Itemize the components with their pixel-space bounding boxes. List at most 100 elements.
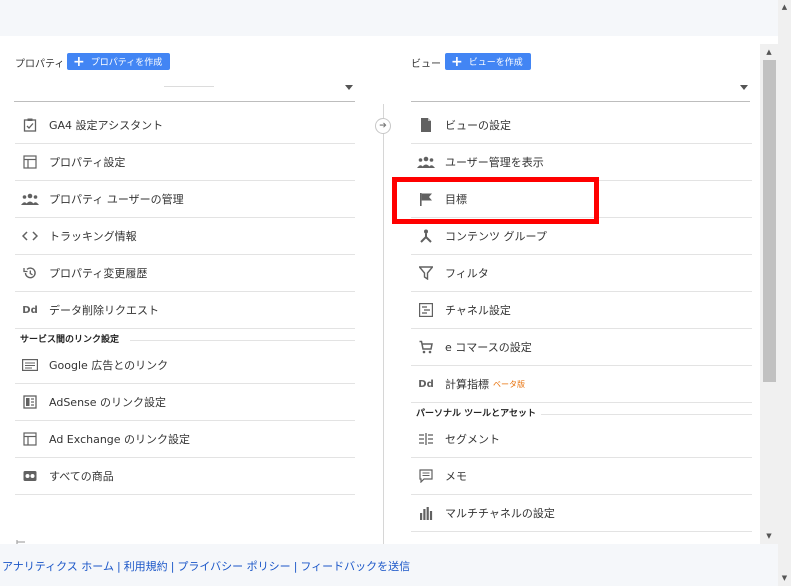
property-item-label: AdSense のリンク設定 — [49, 396, 167, 409]
view-item-label: メモ — [445, 470, 467, 483]
history-icon — [21, 264, 39, 282]
view-item-label: チャネル設定 — [445, 304, 511, 317]
view-menu: ビューの設定 ユーザー管理を表示 目標 コンテンツ グループ フィルタ チャネル… — [411, 107, 752, 532]
property-select[interactable] — [14, 76, 355, 102]
adsense-icon — [21, 393, 39, 411]
view-item-annotations[interactable]: メモ — [411, 458, 752, 495]
view-item-segments[interactable]: セグメント — [411, 421, 752, 458]
property-column-label: プロパティ — [15, 59, 65, 70]
channel-icon — [417, 301, 435, 319]
property-item-adsense-link[interactable]: AdSense のリンク設定 — [15, 384, 355, 421]
property-item-label: プロパティ変更履歴 — [49, 267, 148, 280]
footer-link-terms[interactable]: 利用規約 — [124, 560, 168, 573]
view-item-label: 計算指標 — [445, 378, 489, 391]
content-group-icon — [417, 227, 435, 245]
create-view-button[interactable]: + ビューを作成 — [445, 53, 531, 70]
property-item-tracking-info[interactable]: トラッキング情報 — [15, 218, 355, 255]
property-item-data-deletion[interactable]: Dd データ削除リクエスト — [15, 292, 355, 329]
chevron-down-icon — [345, 85, 353, 90]
dd-icon: Dd — [418, 378, 434, 390]
column-divider — [383, 104, 384, 544]
users-icon — [21, 190, 39, 208]
property-item-label: Ad Exchange のリンク設定 — [49, 433, 191, 446]
view-item-label: マルチチャネルの設定 — [445, 507, 555, 520]
checklist-icon — [21, 116, 39, 134]
view-item-multichannel-settings[interactable]: マルチチャネルの設定 — [411, 495, 752, 532]
view-item-label: セグメント — [445, 433, 500, 446]
property-item-ad-exchange-link[interactable]: Ad Exchange のリンク設定 — [15, 421, 355, 458]
property-item-all-products[interactable]: すべての商品 — [15, 458, 355, 495]
property-item-label: すべての商品 — [49, 470, 114, 483]
inner-scrollbar-thumb[interactable] — [763, 60, 776, 382]
view-item-label: フィルタ — [445, 267, 489, 280]
comment-icon — [417, 467, 435, 485]
view-item-goals[interactable]: 目標 — [411, 181, 752, 218]
view-item-filters[interactable]: フィルタ — [411, 255, 752, 292]
footer-link-feedback[interactable]: フィードバックを送信 — [300, 560, 410, 573]
property-section-header: サービス間のリンク設定 — [15, 329, 355, 347]
document-icon — [417, 116, 435, 134]
property-item-user-management[interactable]: プロパティ ユーザーの管理 — [15, 181, 355, 218]
view-item-label: e コマースの設定 — [445, 341, 532, 354]
property-item-label: トラッキング情報 — [49, 230, 137, 243]
view-item-user-management[interactable]: ユーザー管理を表示 — [411, 144, 752, 181]
view-item-label: ユーザー管理を表示 — [445, 156, 544, 169]
view-item-content-grouping[interactable]: コンテンツ グループ — [411, 218, 752, 255]
property-select-value — [164, 86, 214, 87]
property-item-label: データ削除リクエスト — [49, 304, 159, 317]
property-item-google-ads-link[interactable]: Google 広告とのリンク — [15, 347, 355, 384]
view-select[interactable] — [411, 76, 750, 102]
footer-links: アナリティクス ホーム | 利用規約 | プライバシー ポリシー | フィードバックを送信 — [2, 558, 410, 574]
all-products-icon — [21, 467, 39, 485]
code-icon — [21, 227, 39, 245]
footer-link-privacy[interactable]: プライバシー ポリシー — [177, 560, 290, 573]
arrow-right-icon: ➔ — [375, 118, 391, 134]
scroll-up-icon[interactable]: ▲ — [780, 3, 789, 12]
view-item-label: 目標 — [445, 193, 467, 206]
chevron-down-icon — [740, 85, 748, 90]
property-item-label: Google 広告とのリンク — [49, 359, 169, 372]
bar-chart-icon — [417, 504, 435, 522]
flag-icon — [417, 190, 435, 208]
footer: アナリティクス ホーム | 利用規約 | プライバシー ポリシー | フィードバックを送信 — [0, 544, 778, 586]
cart-icon — [417, 338, 435, 356]
view-item-label: ビューの設定 — [445, 119, 511, 132]
filter-icon — [417, 264, 435, 282]
view-item-label: コンテンツ グループ — [445, 230, 547, 243]
property-item-settings[interactable]: プロパティ設定 — [15, 144, 355, 181]
scroll-down-icon[interactable]: ▼ — [780, 574, 789, 583]
plus-icon: + — [73, 53, 85, 70]
top-band — [0, 0, 778, 36]
create-view-label: ビューを作成 — [468, 58, 523, 68]
create-property-button[interactable]: + プロパティを作成 — [67, 53, 171, 70]
footer-separator: | — [170, 560, 175, 573]
scroll-down-icon[interactable]: ▼ — [764, 531, 774, 541]
property-item-label: プロパティ設定 — [49, 156, 126, 169]
footer-link-home[interactable]: アナリティクス ホーム — [2, 560, 114, 573]
view-column-label: ビュー — [411, 59, 441, 70]
segment-icon — [417, 430, 435, 448]
outer-scrollbar[interactable] — [778, 0, 791, 586]
view-item-ecommerce-settings[interactable]: e コマースの設定 — [411, 329, 752, 366]
beta-badge: ベータ版 — [493, 379, 525, 389]
footer-separator: | — [116, 560, 121, 573]
property-item-ga4-assistant[interactable]: GA4 設定アシスタント — [15, 107, 355, 144]
view-item-calculated-metrics[interactable]: Dd 計算指標 ベータ版 — [411, 366, 752, 403]
property-item-label: プロパティ ユーザーの管理 — [49, 193, 184, 206]
view-item-settings[interactable]: ビューの設定 — [411, 107, 752, 144]
create-property-label: プロパティを作成 — [90, 58, 163, 68]
view-section-header: パーソナル ツールとアセット — [411, 403, 752, 421]
ad-exchange-icon — [21, 430, 39, 448]
plus-icon: + — [451, 53, 463, 70]
view-item-channel-settings[interactable]: チャネル設定 — [411, 292, 752, 329]
property-menu: GA4 設定アシスタント プロパティ設定 プロパティ ユーザーの管理 トラッキン… — [15, 107, 355, 495]
scroll-up-icon[interactable]: ▲ — [764, 47, 774, 57]
property-settings-icon — [21, 153, 39, 171]
property-item-label: GA4 設定アシスタント — [49, 119, 164, 132]
users-icon — [417, 153, 435, 171]
dd-icon: Dd — [22, 304, 38, 316]
analytics-admin-page: プロパティ + プロパティを作成 ビュー + ビューを作成 GA4 設定アシスタ… — [0, 0, 791, 586]
google-ads-icon — [21, 356, 39, 374]
footer-separator: | — [293, 560, 298, 573]
property-item-change-history[interactable]: プロパティ変更履歴 — [15, 255, 355, 292]
